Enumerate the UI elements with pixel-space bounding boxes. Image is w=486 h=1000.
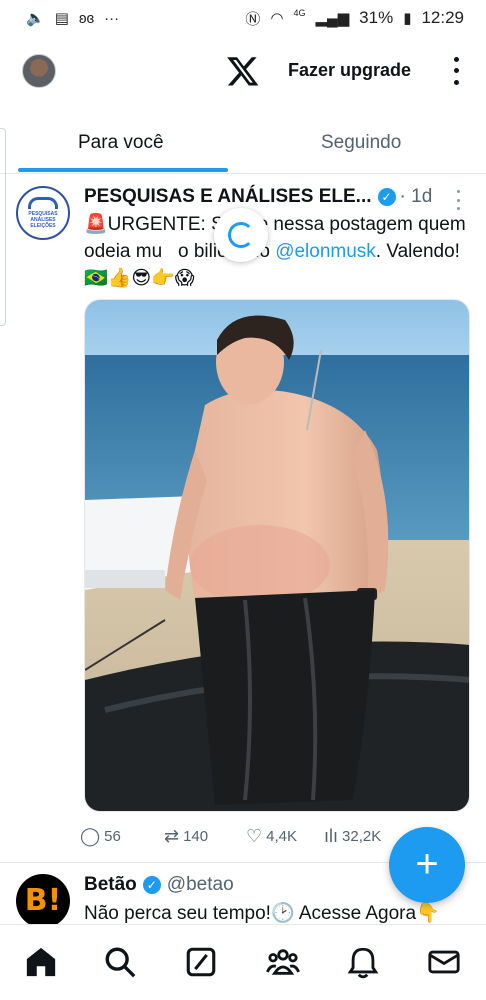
verified-badge-icon: ✓ xyxy=(377,188,396,206)
wifi-icon: ◠ xyxy=(270,10,284,27)
more-dots-icon: ··· xyxy=(104,9,120,27)
overflow-menu-icon[interactable] xyxy=(446,54,466,88)
tweet-timestamp[interactable]: · 1d xyxy=(400,186,433,208)
clock: 12:29 xyxy=(421,8,464,27)
retweet-count: 140 xyxy=(183,828,209,845)
tweet-more-icon[interactable] xyxy=(452,190,464,210)
beach-photo-image xyxy=(85,300,469,811)
notifications-icon[interactable] xyxy=(346,945,380,979)
reply-button[interactable]: ◯ 56 xyxy=(80,826,121,847)
upgrade-button[interactable]: Fazer upgrade xyxy=(288,60,411,81)
views-icon: ılı xyxy=(324,826,339,846)
home-icon[interactable] xyxy=(24,945,58,979)
tweet-author-name[interactable]: PESQUISAS E ANÁLISES ELE... xyxy=(84,186,372,208)
tweet-text-part: 🚨URGENTE: S xyxy=(84,214,224,235)
signal-icon: ▂▄▆ xyxy=(315,10,350,27)
wave-logo-icon xyxy=(28,197,58,209)
tab-following[interactable]: Seguindo xyxy=(321,132,401,154)
tweet-mention[interactable]: @elonmusk xyxy=(275,241,376,262)
tweet-avatar[interactable]: PESQUISAS ANÁLISES ELEIÇÕES xyxy=(16,186,70,240)
status-bar: 🔈 ▤ ʚɞ ··· Ⓝ ◠ 4G ▂▄▆ 31% ▮ 12:29 xyxy=(0,0,486,36)
bottom-navigation xyxy=(0,924,486,1000)
top-app-bar: Fazer upgrade xyxy=(0,44,486,98)
battery-percent: 31% xyxy=(359,8,394,27)
search-icon[interactable] xyxy=(103,945,137,979)
tweet-header: PESQUISAS E ANÁLISES ELE... ✓ · 1d xyxy=(84,186,432,208)
status-right: Ⓝ ◠ 4G ▂▄▆ 31% ▮ 12:29 xyxy=(245,8,464,29)
heart-icon: ♡ xyxy=(246,826,263,846)
reply-count: 56 xyxy=(104,828,121,845)
active-tab-indicator xyxy=(18,168,228,172)
x-logo-icon xyxy=(227,57,259,86)
tweet-author-handle[interactable]: @betao xyxy=(167,874,234,896)
verified-badge-icon: ✓ xyxy=(142,876,161,894)
messages-icon[interactable] xyxy=(427,945,461,979)
nfc-icon: Ⓝ xyxy=(245,10,261,28)
loading-spinner-icon xyxy=(214,208,268,262)
edge-panel-handle[interactable] xyxy=(0,128,6,326)
retweet-icon: ⇄ xyxy=(164,826,180,846)
views-count: 32,2K xyxy=(342,828,382,845)
tab-for-you[interactable]: Para você xyxy=(78,132,164,154)
grok-icon[interactable] xyxy=(184,945,218,979)
communities-icon[interactable] xyxy=(266,945,300,979)
like-button[interactable]: ♡ 4,4K xyxy=(246,826,297,847)
tweet-header: Betão ✓ @betao xyxy=(84,874,234,896)
compose-post-button[interactable]: + xyxy=(389,827,465,903)
tweet-photo[interactable] xyxy=(84,299,470,812)
volume-icon: 🔈 xyxy=(26,10,45,27)
tweet-text: 🚨URGENTE: S like nessa postagem quem ode… xyxy=(84,211,474,292)
battery-icon: ▮ xyxy=(403,10,412,27)
butterfly-icon: ʚɞ xyxy=(78,9,95,27)
tweet-avatar[interactable]: B! xyxy=(16,874,70,928)
network-type: 4G xyxy=(293,8,306,18)
retweet-button[interactable]: ⇄ 140 xyxy=(164,826,208,847)
tweet-text: Não perca seu tempo!🕑 Acesse Agora👇 xyxy=(84,903,440,924)
profile-avatar[interactable] xyxy=(22,54,56,88)
views-button[interactable]: ılı 32,2K xyxy=(324,826,381,847)
avatar-logo-text: PESQUISAS ANÁLISES ELEIÇÕES xyxy=(28,211,58,229)
gallery-icon: ▤ xyxy=(54,10,69,27)
tweet-text-gap xyxy=(162,241,178,262)
timeline-tabs: Para você Seguindo xyxy=(0,112,486,174)
status-left: 🔈 ▤ ʚɞ ··· xyxy=(26,9,120,28)
like-count: 4,4K xyxy=(266,828,297,845)
tweet-author-name[interactable]: Betão xyxy=(84,874,137,896)
reply-icon: ◯ xyxy=(80,826,101,846)
